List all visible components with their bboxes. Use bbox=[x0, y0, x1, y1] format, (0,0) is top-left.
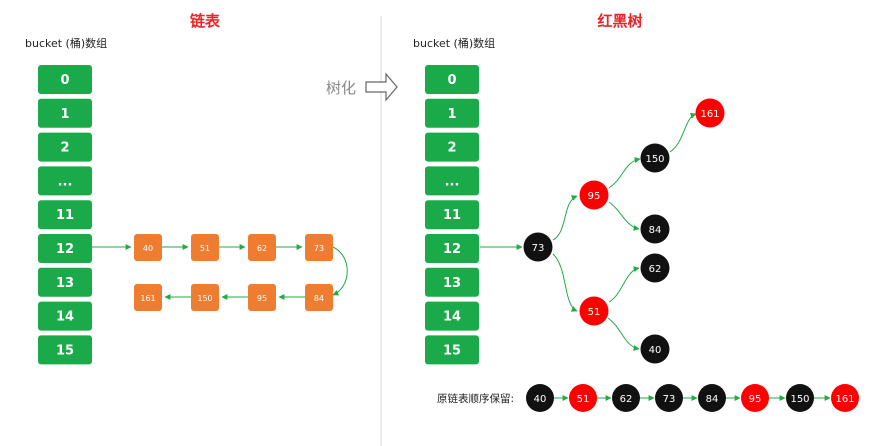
order-node-label: 51 bbox=[577, 394, 590, 405]
list-node-62-label: 62 bbox=[257, 244, 267, 253]
right-bucket-label: 15 bbox=[443, 343, 461, 358]
order-node-label: 150 bbox=[790, 394, 809, 405]
right-bucket-label: 11 bbox=[443, 208, 461, 223]
order-node-label: 161 bbox=[835, 394, 854, 405]
order-node-label: 95 bbox=[749, 394, 762, 405]
list-node-84-label: 84 bbox=[314, 294, 324, 303]
tree-node-73-label: 73 bbox=[532, 243, 545, 254]
tree-node-161-label: 161 bbox=[700, 109, 719, 120]
right-bucket-label: 14 bbox=[443, 310, 461, 325]
right-subtitle: bucket (桶)数组 bbox=[413, 36, 495, 50]
order-node-label: 73 bbox=[663, 394, 676, 405]
list-node-40-label: 40 bbox=[143, 244, 153, 253]
order-label: 原链表顺序保留: bbox=[437, 392, 514, 405]
left-bucket-label: 1 bbox=[60, 107, 69, 122]
tree-edge-51-40 bbox=[607, 317, 640, 351]
tree-node-150-label: 150 bbox=[645, 154, 664, 165]
diagram-canvas: 链表 红黑树 bucket (桶)数组 bucket (桶)数组 012...1… bbox=[25, 12, 859, 446]
diagram-stage: 链表 红黑树 bucket (桶)数组 bucket (桶)数组 0 1 2... 1… bbox=[0, 0, 890, 446]
right-bucket-label: 12 bbox=[443, 242, 461, 257]
left-bucket-label: 13 bbox=[56, 276, 74, 291]
right-bucket-label: 1 bbox=[447, 107, 456, 122]
list-wrap-arrow bbox=[332, 246, 348, 296]
list-node-51-label: 51 bbox=[200, 244, 210, 253]
left-bucket-array: 012...1112131415 bbox=[38, 65, 92, 365]
right-bucket-label: ... bbox=[445, 174, 460, 189]
order-node-label: 84 bbox=[706, 394, 719, 405]
list-node-150-label: 150 bbox=[197, 294, 212, 303]
list-node-161-label: 161 bbox=[140, 294, 155, 303]
left-bucket-label: 14 bbox=[56, 310, 74, 325]
left-bucket-label: 15 bbox=[56, 343, 74, 358]
tree-edge-95-84 bbox=[608, 201, 640, 231]
right-bucket-label: 2 bbox=[447, 141, 456, 156]
left-title: 链表 bbox=[190, 12, 221, 30]
tree-edge-73-95 bbox=[552, 195, 578, 241]
right-bucket-array: 012...1112131415 bbox=[425, 65, 479, 365]
tree-node-84-label: 84 bbox=[649, 225, 662, 236]
list-node-73-label: 73 bbox=[314, 244, 324, 253]
left-bucket-label: 12 bbox=[56, 242, 74, 257]
tree-edge-73-51 bbox=[552, 253, 578, 312]
order-node-label: 62 bbox=[620, 394, 633, 405]
tree-node-62-label: 62 bbox=[649, 264, 662, 275]
left-bucket-label: ... bbox=[58, 174, 73, 189]
tree-edge-51-62 bbox=[608, 266, 640, 303]
right-bucket-label: 13 bbox=[443, 276, 461, 291]
left-subtitle: bucket (桶)数组 bbox=[25, 36, 107, 50]
tree-edge-150-161 bbox=[669, 112, 697, 153]
left-bucket-label: 11 bbox=[56, 208, 74, 223]
transform-label: 树化 bbox=[326, 79, 356, 97]
order-node-label: 40 bbox=[534, 394, 547, 405]
tree-edge-95-150 bbox=[608, 157, 641, 189]
left-bucket-label: 2 bbox=[60, 141, 69, 156]
right-title: 红黑树 bbox=[597, 12, 642, 30]
left-bucket-label: 0 bbox=[60, 73, 69, 88]
tree-node-40-label: 40 bbox=[649, 345, 662, 356]
tree-node-51-label: 51 bbox=[588, 307, 601, 318]
order-row: 40 51 62 73 84 95 150 161 bbox=[526, 384, 859, 412]
list-node-95-label: 95 bbox=[257, 294, 267, 303]
right-bucket-label: 0 bbox=[447, 73, 456, 88]
tree-node-95-label: 95 bbox=[588, 191, 601, 202]
